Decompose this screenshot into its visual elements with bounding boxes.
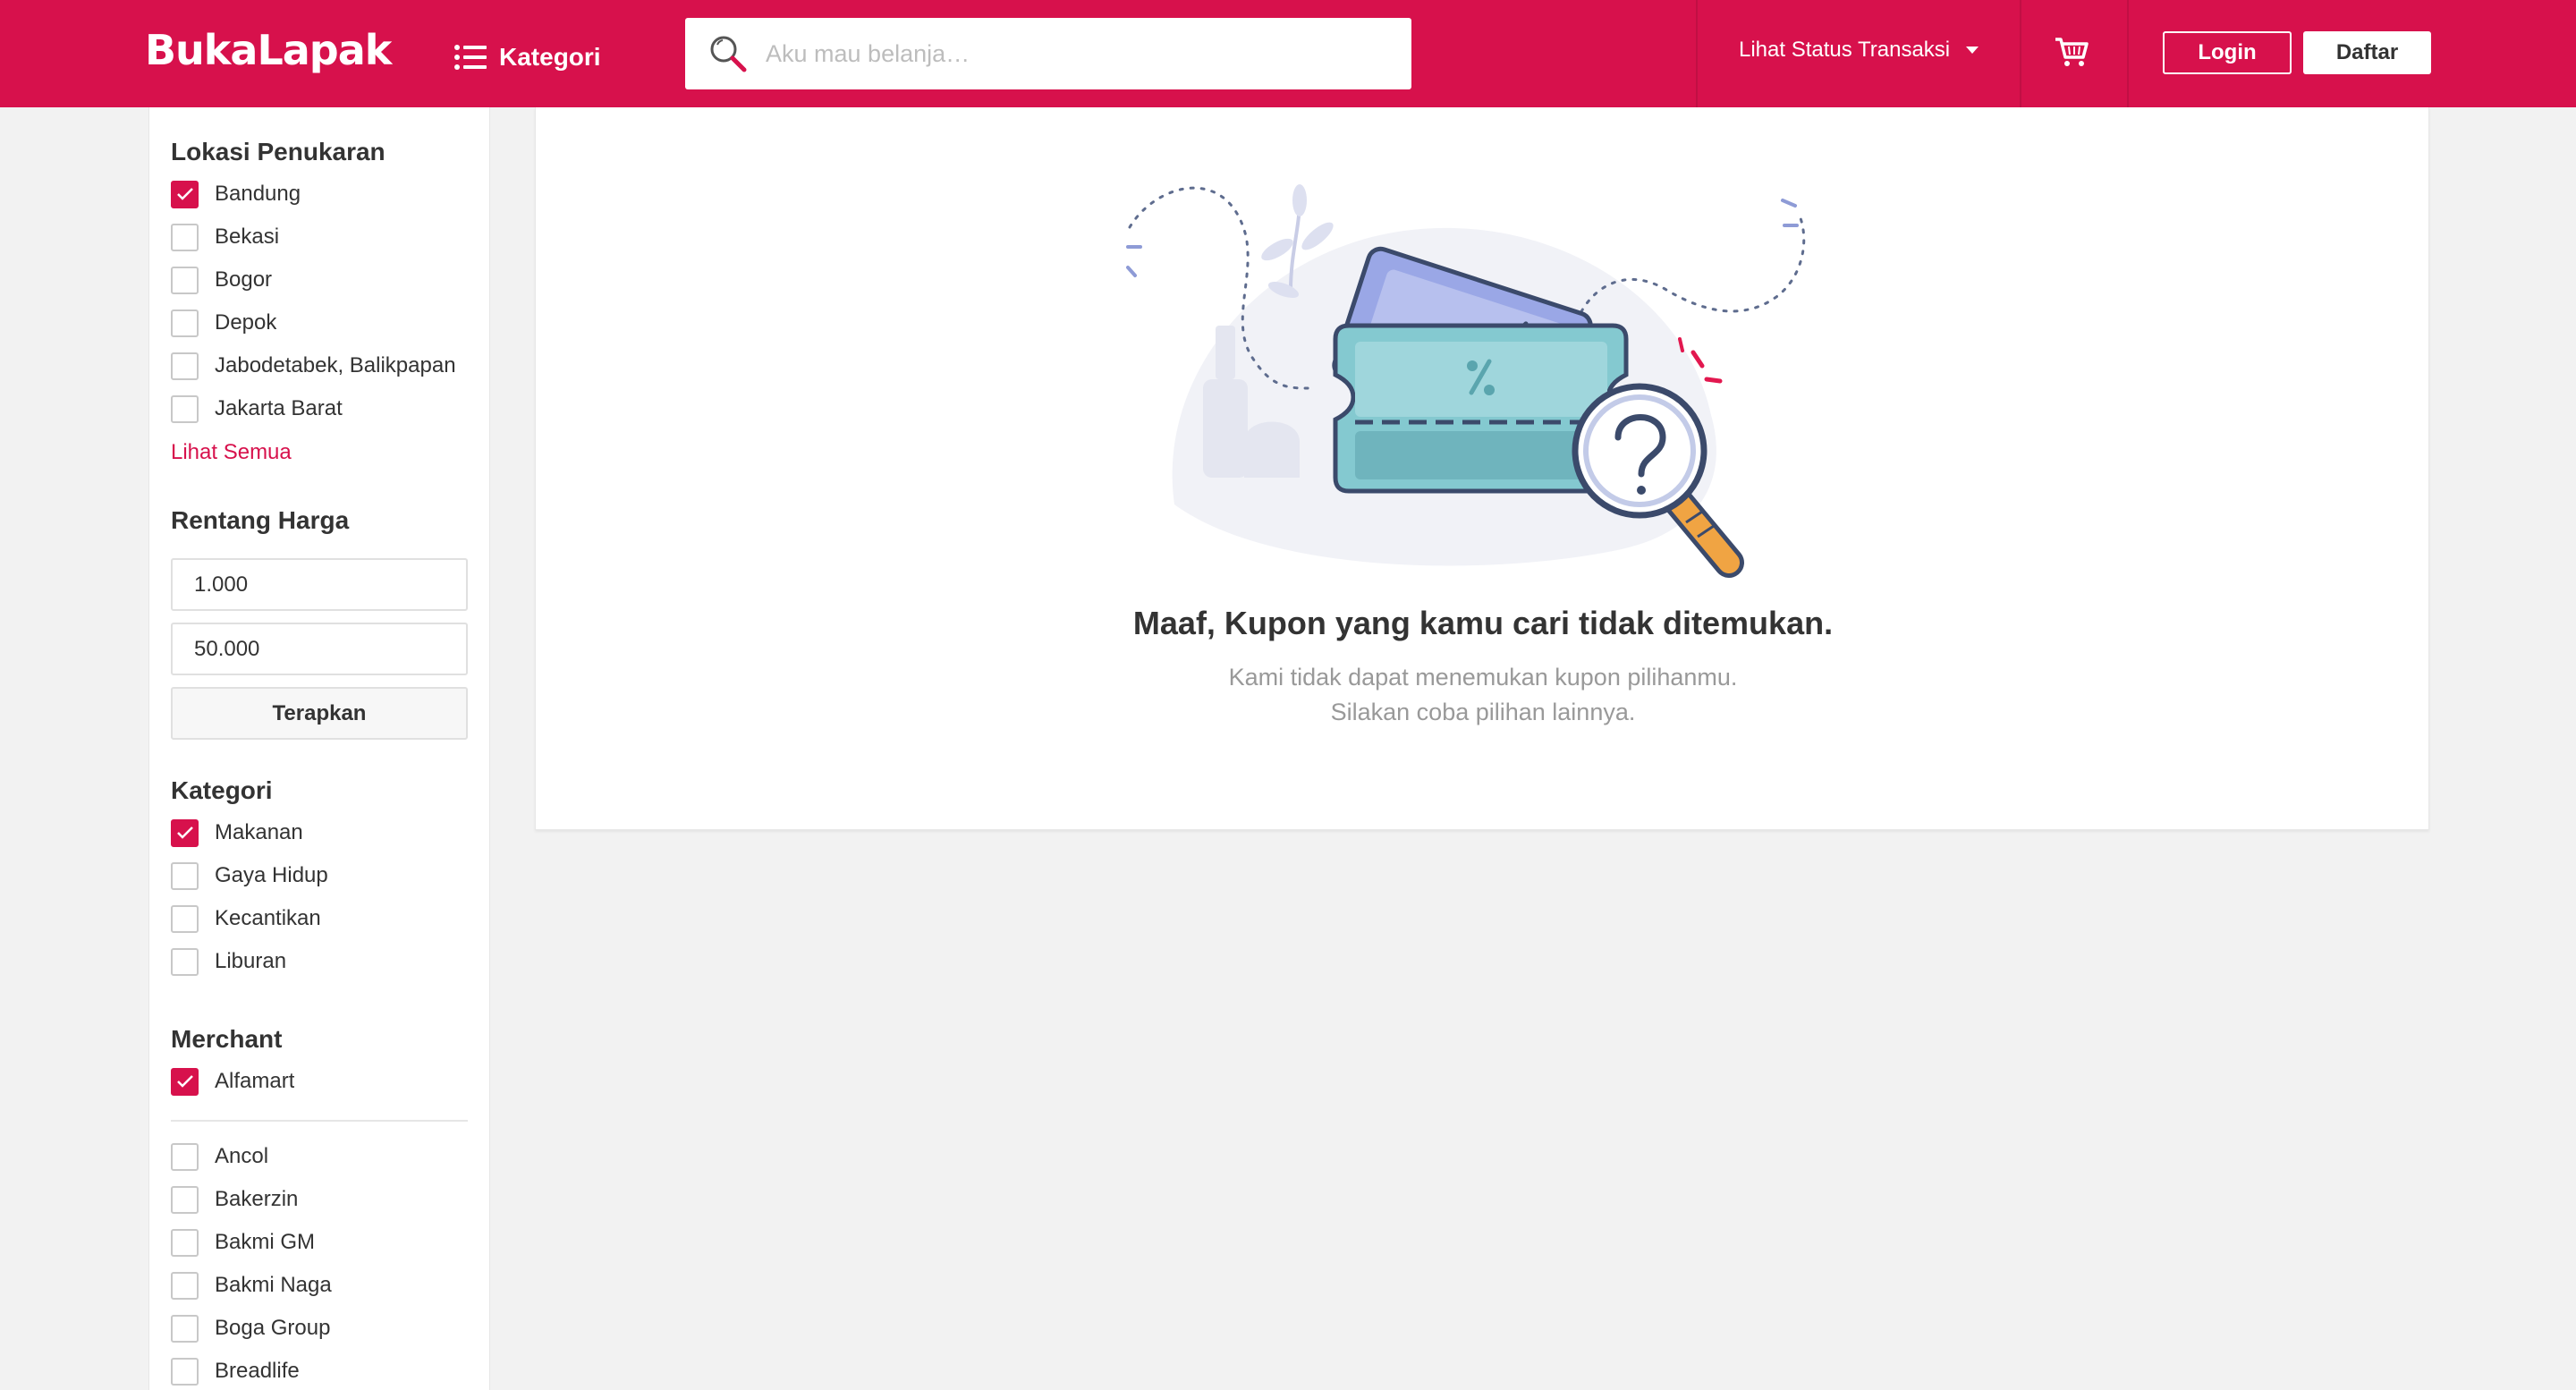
filter-label: Boga Group <box>215 1316 331 1340</box>
harga-title: Rentang Harga <box>171 506 350 534</box>
coupon-not-found-illustration <box>1126 184 1806 578</box>
filter-label: Bakerzin <box>215 1187 299 1211</box>
filter-merchant-ancol[interactable]: Ancol <box>171 1142 475 1171</box>
merchant-title: Merchant <box>171 1025 283 1053</box>
checkbox[interactable] <box>171 266 199 294</box>
filter-label: Depok <box>215 310 277 335</box>
kategori-title: Kategori <box>171 776 273 804</box>
check-icon <box>176 188 193 200</box>
lokasi-title: Lokasi Penukaran <box>171 138 386 165</box>
filter-sidebar: Lokasi Penukaran Bandung Bekasi Bogor De… <box>148 107 490 1390</box>
filter-merchant-bakerzin[interactable]: Bakerzin <box>171 1185 475 1214</box>
merchant-divider <box>171 1120 468 1122</box>
filter-label: Bakmi GM <box>215 1230 316 1254</box>
empty-state-title: Maaf, Kupon yang kamu cari tidak ditemuk… <box>1132 605 1834 641</box>
checkbox[interactable] <box>171 352 199 380</box>
filter-lokasi-depok[interactable]: Depok <box>171 309 475 337</box>
search-icon <box>710 36 747 72</box>
filter-label: Ancol <box>215 1144 269 1168</box>
see-all-lokasi-link[interactable]: Lihat Semua <box>171 440 292 465</box>
filter-merchant-bakmi-naga[interactable]: Bakmi Naga <box>171 1271 475 1300</box>
transaction-status-dropdown[interactable]: Lihat Status Transaksi <box>1739 32 1979 68</box>
checkbox[interactable] <box>171 947 199 976</box>
filter-label: Alfamart <box>215 1069 295 1093</box>
max-price-input[interactable]: 50.000 <box>171 623 468 675</box>
shopping-cart-icon <box>2055 38 2089 66</box>
register-button[interactable]: Daftar <box>2303 31 2431 74</box>
kategori-menu-button[interactable]: Kategori <box>454 36 601 79</box>
filter-label: Kecantikan <box>215 906 321 930</box>
filter-label: Bekasi <box>215 225 280 249</box>
filter-label: Bandung <box>215 182 301 206</box>
checkbox[interactable] <box>171 394 199 423</box>
min-price-input[interactable]: 1.000 <box>171 558 468 611</box>
empty-state-card: Maaf, Kupon yang kamu cari tidak ditemuk… <box>535 107 2429 830</box>
filter-lokasi-bandung[interactable]: Bandung <box>171 180 475 208</box>
filter-label: Makanan <box>215 820 303 844</box>
checkbox[interactable] <box>171 1142 199 1171</box>
filter-kategori-liburan[interactable]: Liburan <box>171 947 475 976</box>
search-bar[interactable] <box>685 18 1411 89</box>
empty-state-subtitle-line1: Kami tidak dapat menemukan kupon pilihan… <box>1228 664 1738 691</box>
filter-label: Breadlife <box>215 1359 300 1383</box>
search-input[interactable] <box>766 39 1374 68</box>
checkbox[interactable] <box>171 1271 199 1300</box>
filter-label: Gaya Hidup <box>215 863 328 887</box>
checkbox[interactable] <box>171 904 199 933</box>
filter-merchant-boga-group[interactable]: Boga Group <box>171 1314 475 1343</box>
filter-merchant-alfamart[interactable]: Alfamart <box>171 1067 475 1096</box>
filter-lokasi-jakarta-barat[interactable]: Jakarta Barat <box>171 394 475 423</box>
header-divider <box>2127 0 2129 107</box>
filter-kategori-kecantikan[interactable]: Kecantikan <box>171 904 475 933</box>
checkbox[interactable] <box>171 1314 199 1343</box>
caret-down-icon <box>1966 47 1979 54</box>
filter-label: Jakarta Barat <box>215 396 343 420</box>
checkbox[interactable] <box>171 223 199 251</box>
top-header: BukaLapak Kategori Lihat Status Transaks… <box>0 0 2576 107</box>
filter-lokasi-jabodetabek[interactable]: Jabodetabek, Balikpapan <box>171 352 475 380</box>
login-button[interactable]: Login <box>2163 31 2292 74</box>
checkbox[interactable] <box>171 309 199 337</box>
filter-label: Bogor <box>215 267 273 292</box>
check-icon <box>176 1075 193 1088</box>
checkbox[interactable] <box>171 180 199 208</box>
checkbox[interactable] <box>171 861 199 890</box>
cart-button[interactable] <box>2054 36 2089 72</box>
filter-kategori-makanan[interactable]: Makanan <box>171 818 475 847</box>
filter-merchant-breadlife[interactable]: Breadlife <box>171 1357 475 1386</box>
checkbox[interactable] <box>171 1357 199 1386</box>
checkbox[interactable] <box>171 1185 199 1214</box>
transaction-status-label: Lihat Status Transaksi <box>1739 38 1951 62</box>
checkbox[interactable] <box>171 1067 199 1096</box>
bukalapak-logo[interactable]: BukaLapak <box>145 25 392 75</box>
filter-merchant-bakmi-gm[interactable]: Bakmi GM <box>171 1228 475 1257</box>
empty-state-subtitle-line2: Silakan coba pilihan lainnya. <box>1330 699 1636 725</box>
header-divider <box>2020 0 2021 107</box>
filter-label: Jabodetabek, Balikpapan <box>215 353 456 377</box>
kategori-label: Kategori <box>499 43 601 71</box>
check-icon <box>176 826 193 839</box>
filter-label: Liburan <box>215 949 287 973</box>
filter-kategori-gaya-hidup[interactable]: Gaya Hidup <box>171 861 475 890</box>
filter-lokasi-bogor[interactable]: Bogor <box>171 266 475 294</box>
checkbox[interactable] <box>171 818 199 847</box>
checkbox[interactable] <box>171 1228 199 1257</box>
apply-price-button[interactable]: Terapkan <box>171 687 468 740</box>
filter-lokasi-bekasi[interactable]: Bekasi <box>171 223 475 251</box>
list-menu-icon <box>454 45 487 70</box>
header-divider <box>1696 0 1698 107</box>
filter-label: Bakmi Naga <box>215 1273 332 1297</box>
